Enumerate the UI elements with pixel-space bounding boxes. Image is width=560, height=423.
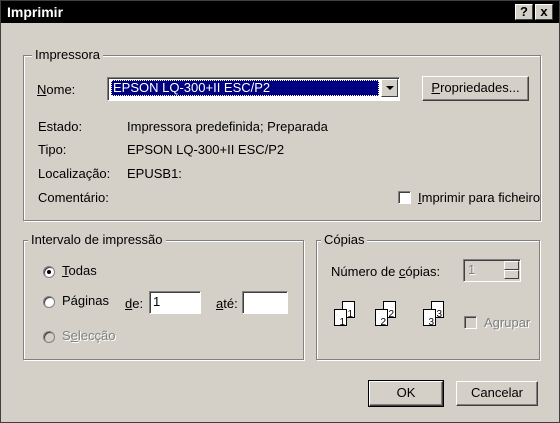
print-to-file-checkbox[interactable] (398, 191, 411, 204)
radio-pages[interactable] (43, 296, 55, 308)
radio-selection[interactable] (43, 331, 55, 343)
help-button[interactable]: ? (515, 4, 533, 20)
radio-all[interactable] (43, 266, 55, 278)
status-value: Impressora predefinida; Preparada (127, 119, 328, 134)
type-value: EPSON LQ-300+II ESC/P2 (127, 142, 285, 157)
status-label: Estado: (38, 119, 83, 134)
ok-button[interactable]: OK (368, 380, 444, 407)
copies-spinner[interactable] (504, 261, 519, 280)
radio-selection-label[interactable]: Selecção (62, 328, 115, 343)
name-label: Nome: (37, 82, 76, 97)
printer-name-value: EPSON LQ-300+II ESC/P2 (111, 80, 379, 96)
printer-group-label: Impressora (32, 47, 104, 62)
type-label: Tipo: (38, 142, 67, 157)
from-label: de: (125, 296, 144, 311)
page-icon: 2 (375, 309, 388, 328)
title-bar: Imprimir ? x (1, 1, 559, 23)
copies-label: Cópias (321, 232, 368, 247)
spin-down-icon[interactable] (504, 270, 519, 279)
radio-all-label[interactable]: Todas (62, 263, 97, 278)
print-dialog: Imprimir ? x Impressora Nome: EPSON LQ-3… (0, 0, 560, 423)
printer-name-select[interactable]: EPSON LQ-300+II ESC/P2 (107, 77, 400, 101)
comment-label: Comentário: (38, 190, 109, 205)
spin-up-icon[interactable] (504, 261, 519, 270)
page-icon: 1 (334, 309, 347, 328)
to-label: até: (216, 296, 238, 311)
print-range-label: Intervalo de impressão (28, 232, 166, 247)
to-input[interactable] (242, 291, 288, 314)
copies-count-input[interactable]: 1 (463, 259, 521, 282)
copies-count-value: 1 (468, 262, 476, 277)
cancel-button[interactable]: Cancelar (456, 381, 538, 406)
window-title: Imprimir (7, 4, 64, 20)
radio-pages-label[interactable]: Páginas (62, 293, 109, 308)
collate-label[interactable]: Agrupar (484, 315, 530, 330)
copies-group: Cópias (316, 232, 540, 360)
properties-button[interactable]: Propriedades... (422, 76, 529, 101)
print-to-file-label[interactable]: Imprimir para ficheiro (418, 190, 540, 205)
collate-checkbox[interactable] (464, 316, 477, 329)
chevron-down-icon[interactable] (381, 79, 398, 97)
location-label: Localização: (38, 166, 111, 181)
page-icon: 3 (423, 309, 436, 328)
from-value: 1 (153, 294, 161, 309)
from-input[interactable]: 1 (149, 291, 201, 314)
collate-illustration: 1 1 2 2 3 3 (334, 301, 464, 341)
close-button[interactable]: x (535, 4, 553, 20)
location-value: EPUSB1: (127, 166, 182, 181)
copies-count-label: Número de cópias: (331, 264, 441, 279)
